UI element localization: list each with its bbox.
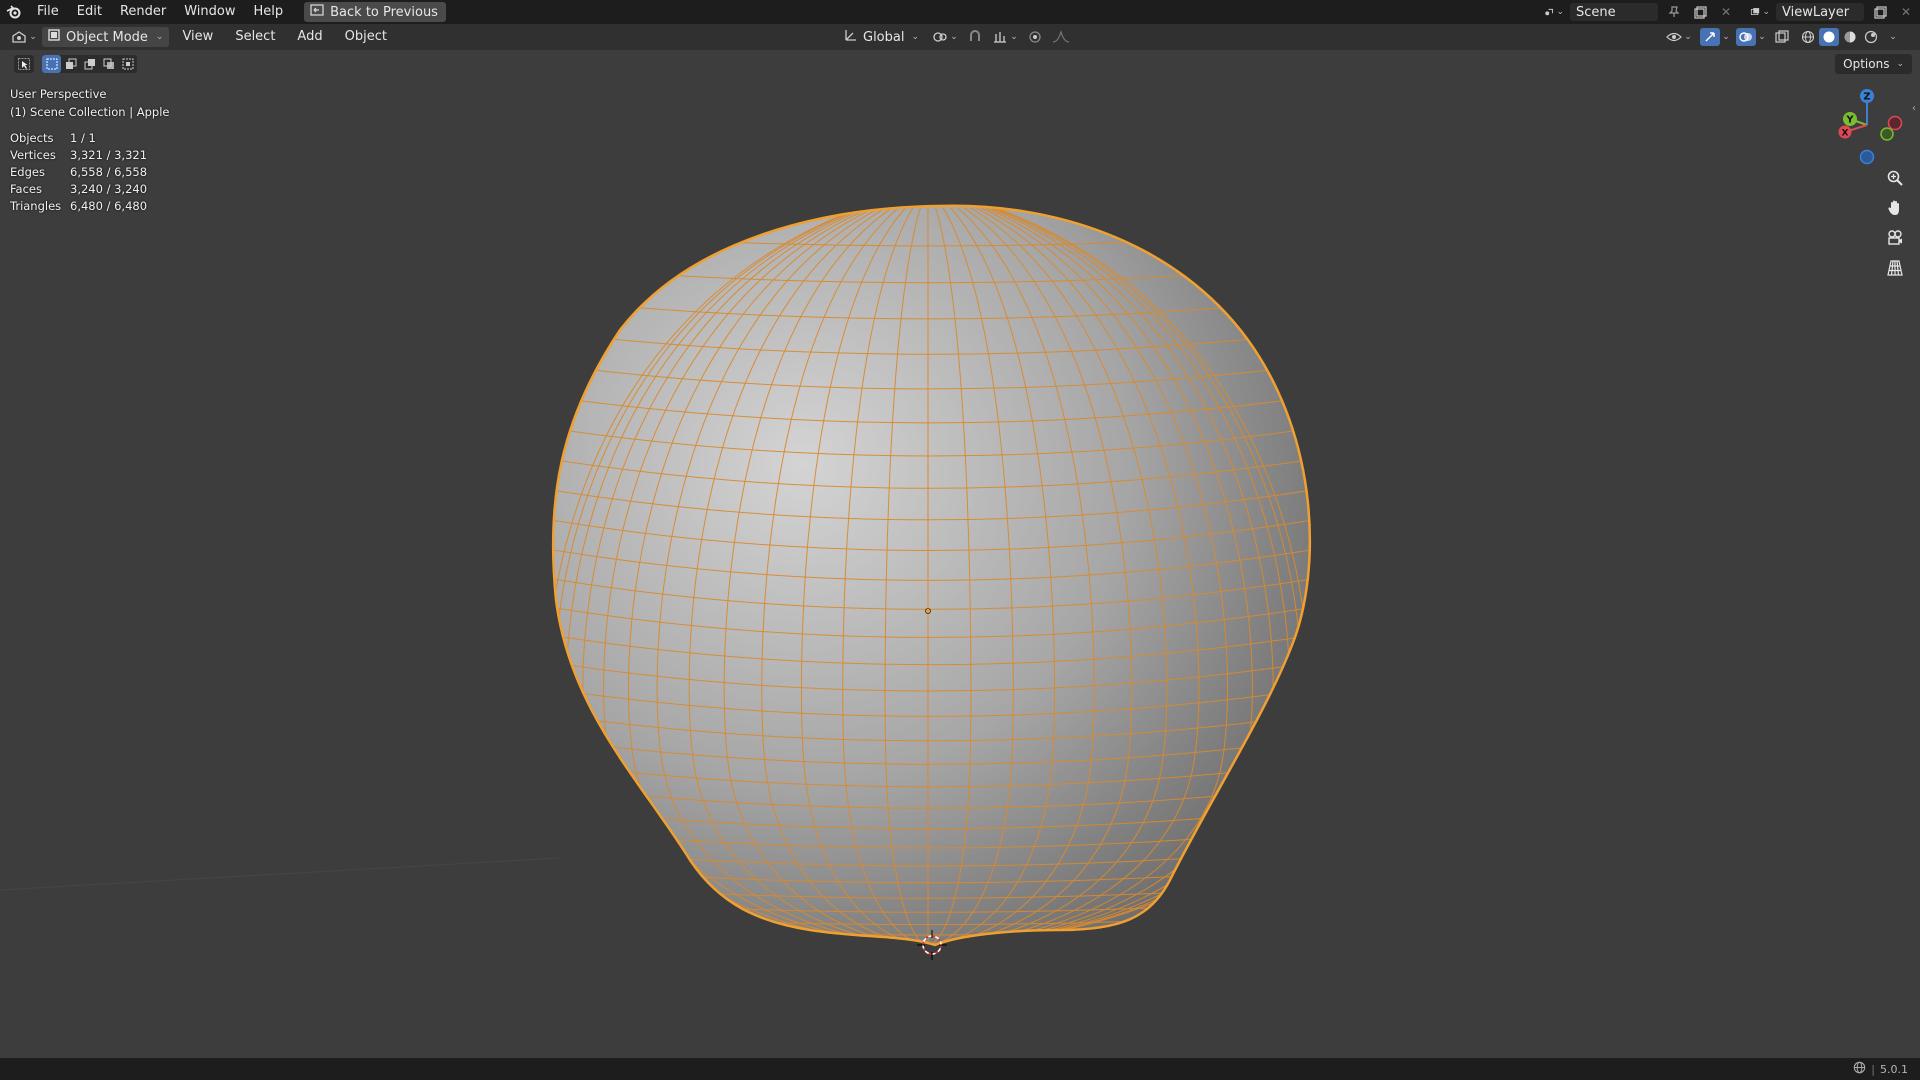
stat-row: Vertices 3,321 / 3,321 (10, 147, 147, 164)
visibility-selectability-icon[interactable]: ⌄ (1664, 28, 1694, 46)
stat-value: 3,321 / 3,321 (70, 148, 148, 162)
snap-target-icon[interactable]: ⌄ (991, 28, 1019, 46)
scene-name-field[interactable]: Scene (1570, 3, 1658, 21)
back-icon (310, 4, 324, 20)
delete-view-layer-icon[interactable]: ✕ (1896, 3, 1916, 21)
blender-version-label: 5.0.1 (1880, 1062, 1908, 1076)
stat-row: Triangles 6,480 / 6,480 (10, 198, 147, 215)
menu-file[interactable]: File (28, 0, 68, 24)
active-collection-label: (1) Scene Collection | Apple (10, 105, 170, 119)
status-bar: | 5.0.1 (0, 1058, 1920, 1080)
menu-select[interactable]: Select (226, 24, 284, 50)
floor-grid-line (0, 857, 561, 891)
pan-hand-icon[interactable] (1882, 198, 1908, 218)
stat-label: Edges (10, 165, 45, 179)
stat-value: 1 / 1 (70, 131, 96, 145)
object-mode-dropdown[interactable]: Object Mode ⌄ (42, 27, 170, 47)
viewport-overlay-info: User Perspective (1) Scene Collection | … (10, 85, 169, 121)
scene-name: Scene (1576, 4, 1616, 20)
menu-edit[interactable]: Edit (68, 0, 111, 24)
camera-view-icon[interactable] (1882, 228, 1908, 248)
menu-render[interactable]: Render (111, 0, 175, 24)
navigation-gizmo[interactable]: Z Y X (1825, 85, 1905, 165)
gizmo-y-label: Y (1845, 115, 1854, 126)
stat-value: 6,480 / 6,480 (70, 199, 148, 213)
delete-scene-icon[interactable]: ✕ (1716, 3, 1736, 21)
menu-window[interactable]: Window (175, 0, 244, 24)
scene-selector-icon[interactable]: ⌄ (1544, 3, 1564, 21)
shading-mode-group: ⌄ (1798, 28, 1902, 46)
view-layer-selector-icon[interactable]: ⌄ (1750, 3, 1770, 21)
stat-value: 3,240 / 3,240 (70, 182, 148, 196)
gizmo-neg-x-handle[interactable] (1887, 115, 1903, 131)
pin-scene-icon[interactable] (1664, 3, 1684, 21)
menu-object[interactable]: Object (336, 24, 396, 50)
gizmo-x-label: X (1842, 129, 1849, 139)
proportional-editing-icon[interactable] (1025, 28, 1045, 46)
gizmo-z-label: Z (1863, 92, 1870, 103)
top-menu-bar: File Edit Render Window Help Back to Pre… (0, 0, 1920, 24)
apple-surface (553, 205, 1310, 945)
view-layer-name: ViewLayer (1782, 4, 1850, 20)
show-overlays-icon[interactable]: ⌄ (1736, 28, 1766, 46)
object-mode-icon (48, 29, 60, 45)
stat-label: Objects (10, 131, 54, 145)
back-to-previous-button[interactable]: Back to Previous (304, 2, 446, 22)
snap-toggle-icon[interactable] (965, 28, 985, 46)
menu-help[interactable]: Help (245, 0, 293, 24)
viewport-header: ⌄ Object Mode ⌄ View Select Add Object G… (0, 24, 1920, 50)
zoom-icon[interactable] (1882, 168, 1908, 188)
gizmo-neg-z-handle[interactable] (1859, 149, 1875, 165)
viewport-navigation-tools (1882, 168, 1908, 278)
transform-orientation-dropdown[interactable]: Global ⌄ (838, 28, 925, 46)
object-mode-label: Object Mode (66, 29, 148, 45)
rendered-shading-icon[interactable] (1861, 28, 1881, 46)
menu-add[interactable]: Add (288, 24, 331, 50)
view-layer-name-field[interactable]: ViewLayer (1776, 3, 1864, 21)
wireframe-shading-icon[interactable] (1798, 28, 1818, 46)
blender-logo-icon[interactable] (0, 0, 28, 24)
stat-row: Edges 6,558 / 6,558 (10, 164, 147, 181)
sidebar-toggle-arrow-icon[interactable]: ‹ (1912, 103, 1916, 114)
version-info: | 5.0.1 (1853, 1061, 1908, 1077)
3d-viewport[interactable] (0, 50, 1920, 1058)
new-scene-icon[interactable] (1690, 3, 1710, 21)
stat-row: Objects 1 / 1 (10, 130, 147, 147)
apple-mesh-object[interactable] (532, 204, 1332, 947)
editor-type-icon[interactable]: ⌄ (10, 28, 38, 46)
network-globe-icon (1853, 1061, 1866, 1077)
perspective-toggle-grid-icon[interactable] (1882, 258, 1908, 278)
stat-label: Faces (10, 182, 42, 196)
scene-statistics: Objects 1 / 1 Vertices 3,321 / 3,321 Edges… (10, 130, 147, 215)
show-gizmo-icon[interactable]: ⌄ (1700, 28, 1730, 46)
gizmo-neg-y-handle[interactable] (1880, 127, 1894, 141)
back-to-previous-label: Back to Previous (330, 4, 438, 20)
material-preview-shading-icon[interactable] (1840, 28, 1860, 46)
shading-options-chevron-icon[interactable]: ⌄ (1882, 28, 1902, 46)
orientation-icon (844, 28, 858, 46)
menu-view[interactable]: View (173, 24, 222, 50)
stat-row: Faces 3,240 / 3,240 (10, 181, 147, 198)
xray-toggle-icon[interactable] (1772, 28, 1792, 46)
solid-shading-icon[interactable] (1819, 28, 1839, 46)
pivot-point-icon[interactable]: ⌄ (931, 28, 959, 46)
chevron-down-icon: ⌄ (155, 32, 164, 42)
object-origin-dot (925, 608, 931, 614)
orientation-label: Global (863, 29, 905, 45)
stat-label: Triangles (10, 199, 62, 213)
stat-value: 6,558 / 6,558 (70, 165, 148, 179)
stat-label: Vertices (10, 148, 56, 162)
falloff-curve-icon[interactable] (1051, 28, 1071, 46)
view-perspective-label: User Perspective (10, 87, 107, 101)
new-view-layer-icon[interactable] (1870, 3, 1890, 21)
